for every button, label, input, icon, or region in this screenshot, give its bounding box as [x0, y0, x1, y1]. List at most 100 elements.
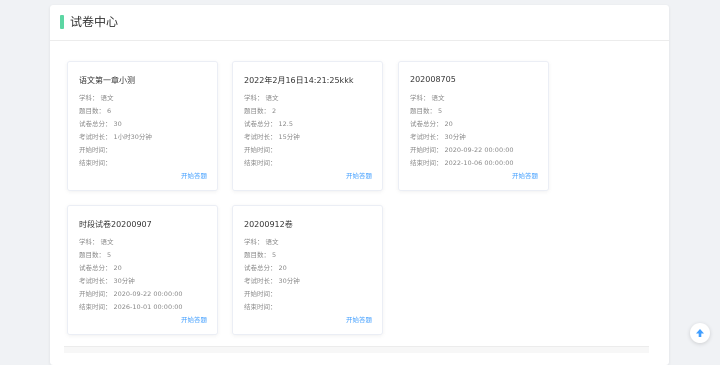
subject-value: 语文: [431, 94, 445, 102]
total-score-label: 试卷总分：: [79, 120, 112, 128]
exam-card-title: 2022年2月16日14:21:25kkk: [244, 76, 354, 85]
end-time-label: 结束时间：: [79, 159, 112, 167]
question-count-row: 题目数： 5: [79, 249, 111, 259]
question-count-label: 题目数：: [244, 251, 270, 259]
duration-row: 考试时长： 1小时30分钟: [79, 131, 152, 141]
back-to-top-button[interactable]: [690, 323, 710, 343]
duration-value: 1小时30分钟: [113, 133, 152, 141]
total-score-row: 试卷总分： 12.5: [244, 118, 293, 128]
start-time-label: 开始时间：: [410, 146, 443, 154]
start-time-value: 2020-09-22 00:00:00: [113, 290, 183, 298]
total-score-row: 试卷总分： 20: [244, 262, 287, 272]
end-time-row: 结束时间：: [79, 157, 114, 167]
duration-row: 考试时长： 15分钟: [244, 131, 300, 141]
duration-label: 考试时长：: [244, 133, 277, 141]
subject-label: 学科：: [244, 94, 264, 102]
total-score-value: 20: [278, 264, 287, 272]
start-time-value: 2020-09-22 00:00:00: [444, 146, 514, 154]
total-score-value: 30: [113, 120, 122, 128]
exam-card: 2022年2月16日14:21:25kkk 学科： 语文 题目数： 2 试卷总分： 1…: [232, 61, 383, 191]
subject-label: 学科：: [244, 238, 264, 246]
start-time-label: 开始时间：: [79, 146, 112, 154]
start-time-row: 开始时间：: [244, 288, 279, 298]
start-time-label: 开始时间：: [244, 290, 277, 298]
question-count-label: 题目数：: [79, 251, 105, 259]
question-count-row: 题目数： 5: [410, 105, 442, 115]
total-score-row: 试卷总分： 30: [79, 118, 122, 128]
duration-label: 考试时长：: [410, 133, 443, 141]
end-time-label: 结束时间：: [410, 159, 443, 167]
subject-value: 语文: [265, 238, 279, 246]
subject-row: 学科： 语文: [79, 92, 114, 102]
end-time-row: 结束时间：: [244, 157, 279, 167]
exam-card: 语文第一章小测 学科： 语文 题目数： 6 试卷总分： 30 考试时长： 1小时30分钟…: [67, 61, 218, 191]
start-time-label: 开始时间：: [79, 290, 112, 298]
total-score-row: 试卷总分： 20: [79, 262, 122, 272]
total-score-value: 20: [444, 120, 453, 128]
duration-label: 考试时长：: [79, 133, 112, 141]
start-time-row: 开始时间： 2020-09-22 00:00:00: [79, 288, 183, 298]
exam-card: 202008705 学科： 语文 题目数： 5 试卷总分： 20 考试时长： 30分钟 …: [398, 61, 549, 191]
question-count-label: 题目数：: [79, 107, 105, 115]
duration-label: 考试时长：: [244, 277, 277, 285]
page-title: 试卷中心: [70, 15, 119, 29]
subject-row: 学科： 语文: [244, 92, 279, 102]
question-count-value: 5: [272, 251, 277, 259]
duration-value: 30分钟: [278, 277, 300, 285]
start-time-row: 开始时间： 2020-09-22 00:00:00: [410, 144, 514, 154]
subject-row: 学科： 语文: [244, 236, 279, 246]
exam-card-title: 语文第一章小测: [79, 76, 135, 85]
question-count-value: 5: [438, 107, 443, 115]
subject-row: 学科： 语文: [79, 236, 114, 246]
title-accent-bar: [60, 15, 64, 29]
end-time-row: 结束时间：: [244, 301, 279, 311]
start-time-row: 开始时间：: [244, 144, 279, 154]
question-count-value: 2: [272, 107, 277, 115]
start-time-label: 开始时间：: [244, 146, 277, 154]
total-score-value: 20: [113, 264, 122, 272]
question-count-label: 题目数：: [410, 107, 436, 115]
start-time-row: 开始时间：: [79, 144, 114, 154]
question-count-row: 题目数： 2: [244, 105, 276, 115]
panel-header: 试卷中心: [50, 5, 669, 41]
subject-value: 语文: [100, 94, 114, 102]
total-score-row: 试卷总分： 20: [410, 118, 453, 128]
subject-label: 学科：: [79, 94, 99, 102]
total-score-label: 试卷总分：: [410, 120, 443, 128]
end-time-label: 结束时间：: [244, 159, 277, 167]
duration-row: 考试时长： 30分钟: [410, 131, 466, 141]
duration-value: 30分钟: [444, 133, 466, 141]
exam-card-title: 202008705: [410, 75, 456, 84]
subject-row: 学科： 语文: [410, 92, 445, 102]
end-time-row: 结束时间： 2026-10-01 00:00:00: [79, 301, 183, 311]
subject-label: 学科：: [410, 94, 430, 102]
subject-label: 学科：: [79, 238, 99, 246]
duration-value: 15分钟: [278, 133, 300, 141]
end-time-value: 2022-10-06 00:00:00: [444, 159, 514, 167]
duration-label: 考试时长：: [79, 277, 112, 285]
subject-value: 语文: [265, 94, 279, 102]
total-score-label: 试卷总分：: [244, 264, 277, 272]
arrow-up-icon: [696, 329, 704, 337]
duration-value: 30分钟: [113, 277, 135, 285]
exam-card-title: 时段试卷20200907: [79, 220, 152, 229]
end-time-row: 结束时间： 2022-10-06 00:00:00: [410, 157, 514, 167]
start-exam-button[interactable]: 开始答题: [346, 314, 372, 324]
end-time-value: 2026-10-01 00:00:00: [113, 303, 183, 311]
question-count-row: 题目数： 6: [79, 105, 111, 115]
exam-card: 时段试卷20200907 学科： 语文 题目数： 5 试卷总分： 20 考试时长： 30…: [67, 205, 218, 335]
exam-card-title: 20200912卷: [244, 220, 293, 229]
question-count-row: 题目数： 5: [244, 249, 276, 259]
total-score-label: 试卷总分：: [79, 264, 112, 272]
question-count-value: 6: [107, 107, 112, 115]
total-score-value: 12.5: [278, 120, 293, 128]
start-exam-button[interactable]: 开始答题: [346, 170, 372, 180]
question-count-label: 题目数：: [244, 107, 270, 115]
question-count-value: 5: [107, 251, 112, 259]
end-time-label: 结束时间：: [79, 303, 112, 311]
start-exam-button[interactable]: 开始答题: [181, 170, 207, 180]
total-score-label: 试卷总分：: [244, 120, 277, 128]
start-exam-button[interactable]: 开始答题: [512, 170, 538, 180]
end-time-label: 结束时间：: [244, 303, 277, 311]
start-exam-button[interactable]: 开始答题: [181, 314, 207, 324]
